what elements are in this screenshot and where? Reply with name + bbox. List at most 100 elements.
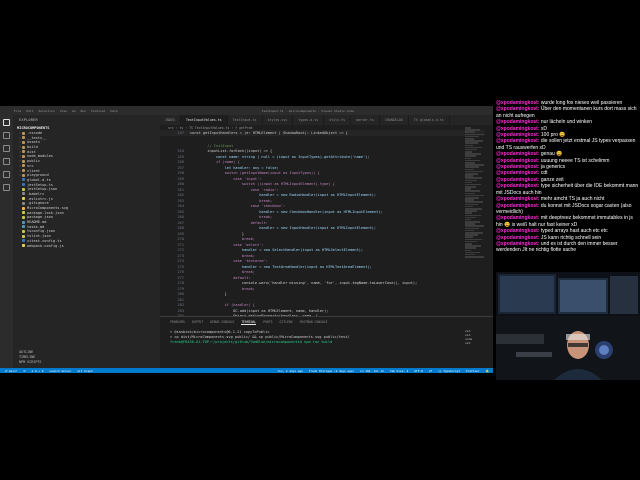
code-text: DC.add(input as HTMLElement, name, handl… [190, 308, 329, 313]
file-icon [22, 201, 25, 205]
terminal-instance[interactable]: zsh [465, 341, 489, 345]
chat-text: 100 pro 😄 [540, 132, 566, 139]
status-item[interactable]: Prettier [466, 369, 479, 373]
search-icon[interactable] [3, 132, 10, 139]
chat-text: typed arrays hast auch etc etc [540, 228, 608, 235]
editor-tab[interactable]: CHANGELOG [380, 115, 409, 125]
chat-username: @xpodamingkost: [496, 228, 540, 235]
editor-tab[interactable]: TextInputValues.ts [180, 115, 228, 125]
panel-tabs: PROBLEMS OUTPUT DEBUG CONSOLE TERMINAL PORTS… [160, 317, 493, 328]
sidebar-bottom-sections: OUTLINE TIMELINE NPM SCRIPTS [13, 349, 160, 364]
menu-terminal[interactable]: Terminal [91, 109, 105, 113]
file-tree-item-label: README.md [27, 220, 47, 225]
status-item[interactable]: Launch Server [49, 369, 71, 373]
status-item[interactable]: You, 2 days ago [278, 369, 303, 373]
bottom-panel: PROBLEMS OUTPUT DEBUG CONSOLE TERMINAL PORTS… [160, 316, 493, 369]
file-tree-item-label: tslint.json [27, 234, 51, 239]
status-item[interactable]: ⟳ [23, 369, 25, 373]
run-debug-icon[interactable] [3, 158, 10, 165]
code-text: handler = new InputHandler(input as HTML… [190, 226, 377, 230]
panel-tab[interactable]: DEBUG CONSOLE [210, 320, 234, 325]
npm-scripts-section[interactable]: NPM SCRIPTS [13, 359, 160, 364]
editor-tab[interactable]: TextInput.ts [228, 115, 263, 125]
chat-username: @xpodamingkost: [496, 170, 540, 177]
status-item[interactable]: Frank Thürigen (2 days ago) [309, 369, 354, 373]
status-item[interactable]: LF [429, 369, 432, 373]
menu-file[interactable]: File [14, 109, 21, 113]
status-item[interactable]: Tab Size: 4 [390, 369, 409, 373]
code-text: case 'checkbox': [190, 204, 286, 208]
chat-username: @xpodamingkost: [496, 125, 540, 132]
code-text: break; [190, 237, 255, 241]
panel-tab[interactable]: PROBLEMS [170, 320, 185, 325]
menu-run[interactable]: Run [81, 109, 86, 113]
code-text: } [190, 231, 245, 236]
file-tree-item-label: package-lock.json [27, 210, 64, 215]
code-text: case 'input': [190, 176, 262, 181]
menu-selection[interactable]: Selection [38, 109, 54, 113]
activity-bar [0, 115, 13, 368]
code-editor[interactable]: // InitInput 254 inputList.forEach((input… [160, 138, 485, 324]
status-item[interactable]: ⎇ main* [4, 369, 17, 373]
file-tree-item-label: client [27, 168, 40, 173]
folder-icon [22, 140, 25, 144]
file-tree-item[interactable]: webpack.config.js [13, 244, 160, 249]
explorer-icon[interactable] [3, 119, 10, 126]
code-text: console.warn('handler missing', name, 'f… [190, 281, 418, 285]
chat-username: @xpodamingkost: [496, 196, 540, 203]
menu-go[interactable]: Go [72, 109, 76, 113]
code-text: default: [190, 275, 251, 280]
line-number: 247 [177, 131, 185, 135]
folder-icon [22, 173, 25, 177]
menu-help[interactable]: Help [110, 109, 117, 113]
file-icon [22, 225, 25, 229]
status-item[interactable]: Ln 182, Col 12 [360, 369, 384, 373]
file-icon [22, 234, 25, 238]
panel-tab[interactable]: POSTMAN CONSOLE [300, 320, 328, 325]
terminal-output[interactable]: > @sasbisk/microcomponents@0.1.21 copyTo… [160, 328, 493, 347]
file-tree-item-label: MicroComponents.svg [27, 206, 69, 210]
chat-username: @xpodamingkost: [496, 215, 540, 222]
chat-username: @xpodamingkost: [496, 132, 540, 139]
source-control-icon[interactable] [3, 145, 10, 152]
status-item[interactable]: {} TypeScript [438, 369, 460, 373]
status-item[interactable]: Git Graph [77, 369, 92, 373]
remote-explorer-icon[interactable] [3, 184, 10, 191]
minimap[interactable] [465, 127, 485, 277]
code-text: const getInputHandlers = (e: HTMLElement… [190, 131, 348, 135]
code-text: case 'textarea': [190, 259, 268, 263]
chat-message: @xpodamingkost: mit deeptreez bekommst i… [496, 215, 640, 228]
editor-tab[interactable]: INDEX [160, 115, 181, 125]
code-text: inputList.forEach((input) => { [190, 149, 273, 153]
menu-view[interactable]: View [60, 109, 67, 113]
code-text: } [190, 292, 227, 296]
editor-tab[interactable]: TS globals.d.ts [409, 115, 450, 125]
code-text: handler = new CheckboxHandler(input as H… [190, 209, 383, 214]
panel-tab[interactable]: GITLENS [280, 320, 293, 325]
folder-icon [22, 150, 25, 154]
terminal-list: zsh zsh node zsh [465, 329, 489, 345]
status-item[interactable]: ⊗ 0 ⚠ 0 [32, 369, 44, 373]
file-tree-item-label: package.json [27, 215, 53, 220]
menu-edit[interactable]: Edit [26, 109, 33, 113]
editor-tab[interactable]: parser.ts [351, 115, 380, 125]
panel-tab[interactable]: PORTS [263, 320, 272, 325]
editor-tab[interactable]: utils.ts [324, 115, 352, 125]
status-item[interactable]: UTF-8 [414, 369, 422, 373]
editor-tab[interactable]: styles.css [263, 115, 294, 125]
chat-username: @xpodamingkost: [496, 202, 540, 209]
file-tree-item-label: .vscode [27, 131, 43, 135]
file-tree-item-label: build [27, 145, 38, 150]
extensions-icon[interactable] [3, 171, 10, 178]
code-text: break; [190, 270, 255, 274]
editor-tab[interactable]: types.d.ts [293, 115, 325, 125]
chat-username: @xpodamingkost: [496, 240, 540, 247]
chat-message: @xpodamingkost: die sollen jetzt erstmal… [496, 138, 640, 151]
chat-text: JS kann richtig schnell sein [540, 234, 602, 241]
panel-tab[interactable]: TERMINAL [241, 320, 257, 325]
status-item[interactable]: 🔔 [486, 369, 489, 373]
folder-icon [22, 169, 25, 172]
terminal-line: frank@F6456-A1-TOP:~/projects/github/Tom… [170, 340, 333, 344]
panel-tab[interactable]: OUTPUT [192, 320, 203, 325]
code-text: switch ((input as HTMLInputElement).type… [190, 182, 335, 186]
